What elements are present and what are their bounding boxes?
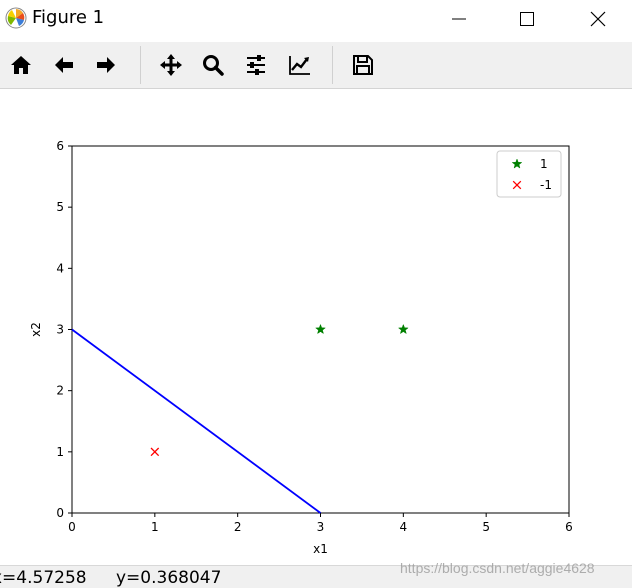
- x-tick-label: 6: [565, 520, 573, 534]
- arrow-right-icon: [97, 57, 115, 73]
- home-icon: [11, 56, 31, 74]
- minimize-icon: [452, 18, 466, 20]
- zoom-button[interactable]: [196, 48, 230, 82]
- navigation-toolbar: [0, 42, 632, 89]
- data-point-x: [150, 447, 160, 457]
- y-tick-label: 5: [56, 200, 64, 214]
- line-chart-icon: [289, 56, 310, 75]
- y-tick-label: 2: [56, 384, 64, 398]
- x-axis-label: x1: [313, 542, 328, 556]
- figure-canvas[interactable]: 0 1 2 3 4 5 6 0 1 2 3 4 5 6 x1 x2 1 -1: [0, 89, 632, 565]
- save-button[interactable]: [346, 48, 380, 82]
- y-tick-label: 3: [56, 323, 64, 337]
- watermark: https://blog.csdn.net/aggie4628: [400, 560, 595, 576]
- cursor-x-readout: x=4.57258: [0, 568, 87, 588]
- forward-button[interactable]: [89, 48, 123, 82]
- toolbar-separator: [140, 46, 141, 84]
- y-tick-label: 1: [56, 445, 64, 459]
- close-icon: [590, 11, 606, 27]
- x-tick-label: 3: [317, 520, 325, 534]
- pan-button[interactable]: [154, 48, 188, 82]
- matplotlib-logo-icon: [5, 7, 27, 29]
- cursor-y-readout: y=0.368047: [116, 568, 222, 588]
- edit-axis-button[interactable]: [283, 48, 317, 82]
- magnifier-icon: [203, 55, 224, 76]
- x-tick-label: 2: [234, 520, 242, 534]
- window-title: Figure 1: [32, 7, 105, 28]
- y-tick-label: 0: [56, 506, 64, 520]
- toolbar-separator: [332, 46, 333, 84]
- x-tick-label: 4: [400, 520, 408, 534]
- move-icon: [160, 54, 182, 76]
- configure-subplots-button[interactable]: [239, 48, 273, 82]
- maximize-icon: [520, 12, 534, 26]
- legend-entry-label: 1: [540, 157, 548, 171]
- sliders-icon: [247, 55, 265, 75]
- legend: 1 -1: [496, 150, 562, 198]
- home-button[interactable]: [4, 48, 38, 82]
- x-tick-label: 0: [68, 520, 76, 534]
- arrow-left-icon: [55, 57, 73, 73]
- scatter-chart[interactable]: 0 1 2 3 4 5 6 0 1 2 3 4 5 6 x1 x2 1 -1: [0, 89, 632, 565]
- back-button[interactable]: [47, 48, 81, 82]
- x-tick-label: 1: [151, 520, 159, 534]
- y-axis-label: x2: [29, 322, 43, 337]
- x-tick-label: 5: [482, 520, 490, 534]
- data-point-star: [315, 323, 326, 335]
- minimize-button[interactable]: [436, 0, 482, 38]
- decision-boundary-line: [71, 328, 322, 514]
- maximize-button[interactable]: [504, 0, 550, 38]
- title-bar: Figure 1: [0, 0, 632, 38]
- y-tick-label: 4: [56, 261, 64, 275]
- legend-entry-label: -1: [540, 178, 552, 192]
- y-tick-label: 6: [56, 139, 64, 153]
- close-button[interactable]: [575, 0, 621, 38]
- floppy-disk-icon: [353, 55, 373, 75]
- data-point-star: [397, 323, 409, 335]
